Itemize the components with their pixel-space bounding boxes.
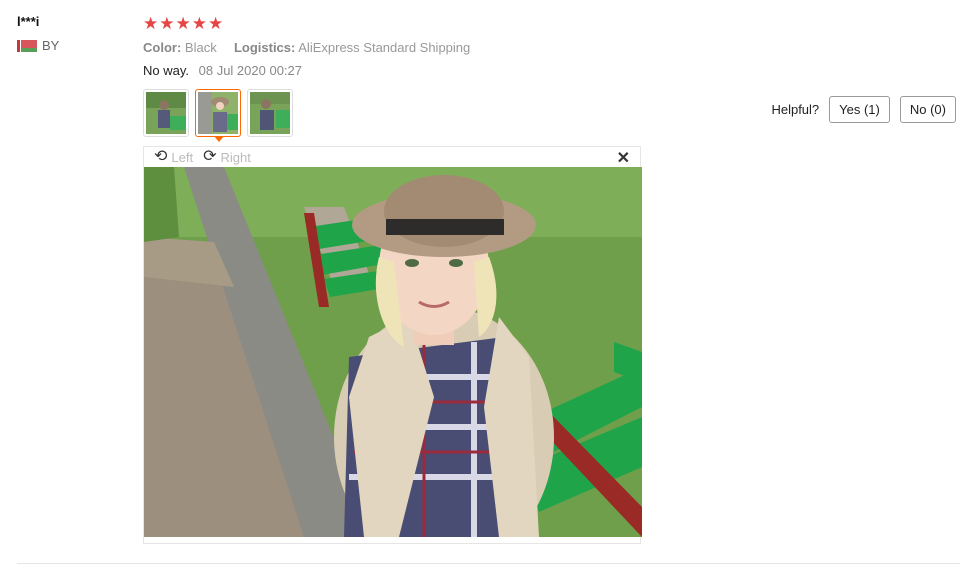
review-text-line: No way. 08 Jul 2020 00:27 xyxy=(143,63,963,78)
rotate-left-button[interactable]: ⟲ Left xyxy=(154,149,193,165)
reviewer-country: BY xyxy=(17,38,127,53)
rotate-left-icon: ⟲ xyxy=(154,148,168,165)
star-icon: ★ xyxy=(175,13,191,33)
color-value: Black xyxy=(184,40,217,55)
reviewer-name: l***i xyxy=(17,14,40,29)
photo-thumbnail[interactable] xyxy=(143,89,189,137)
flag-by-icon xyxy=(17,39,37,52)
helpful-yes-button[interactable]: Yes (1) xyxy=(829,96,890,123)
helpful-no-button[interactable]: No (0) xyxy=(899,96,956,123)
rotate-left-label: Left xyxy=(171,149,194,165)
photo-thumbnails xyxy=(143,89,293,142)
photo-thumbnail[interactable] xyxy=(247,89,293,137)
photo-viewer: ⟲ Left ⟳ Right ✕ xyxy=(143,146,642,544)
country-code: BY xyxy=(42,38,60,53)
rotate-right-button[interactable]: ⟳ Right xyxy=(203,149,251,165)
helpful-label: Helpful? xyxy=(771,102,820,117)
rotate-right-icon: ⟳ xyxy=(203,148,217,165)
review-divider xyxy=(17,563,960,564)
review-photo xyxy=(144,167,642,537)
reviewer-info: l***i BY xyxy=(17,12,127,53)
star-icon: ★ xyxy=(143,13,159,33)
color-label: Color: xyxy=(143,40,182,55)
viewer-toolbar: ⟲ Left ⟳ Right ✕ xyxy=(144,147,640,168)
logistics-value: AliExpress Standard Shipping xyxy=(298,40,471,55)
star-icon: ★ xyxy=(159,13,175,33)
order-info: Color: Black Logistics: AliExpress Stand… xyxy=(143,40,963,55)
helpful-feedback: Helpful? Yes (1) No (0) xyxy=(771,96,956,123)
review-content: ★ ★ ★ ★ ★ Color: Black Logistics: AliExp… xyxy=(143,12,963,79)
rating-stars: ★ ★ ★ ★ ★ xyxy=(143,12,963,34)
star-icon: ★ xyxy=(191,13,207,33)
photo-thumbnail-active[interactable] xyxy=(195,89,241,142)
logistics-label: Logistics: xyxy=(233,40,296,55)
star-icon: ★ xyxy=(208,13,224,33)
rotate-right-label: Right xyxy=(220,149,251,165)
close-icon[interactable]: ✕ xyxy=(617,148,630,168)
review-date: 08 Jul 2020 00:27 xyxy=(198,63,302,78)
review-text: No way. xyxy=(143,63,189,78)
